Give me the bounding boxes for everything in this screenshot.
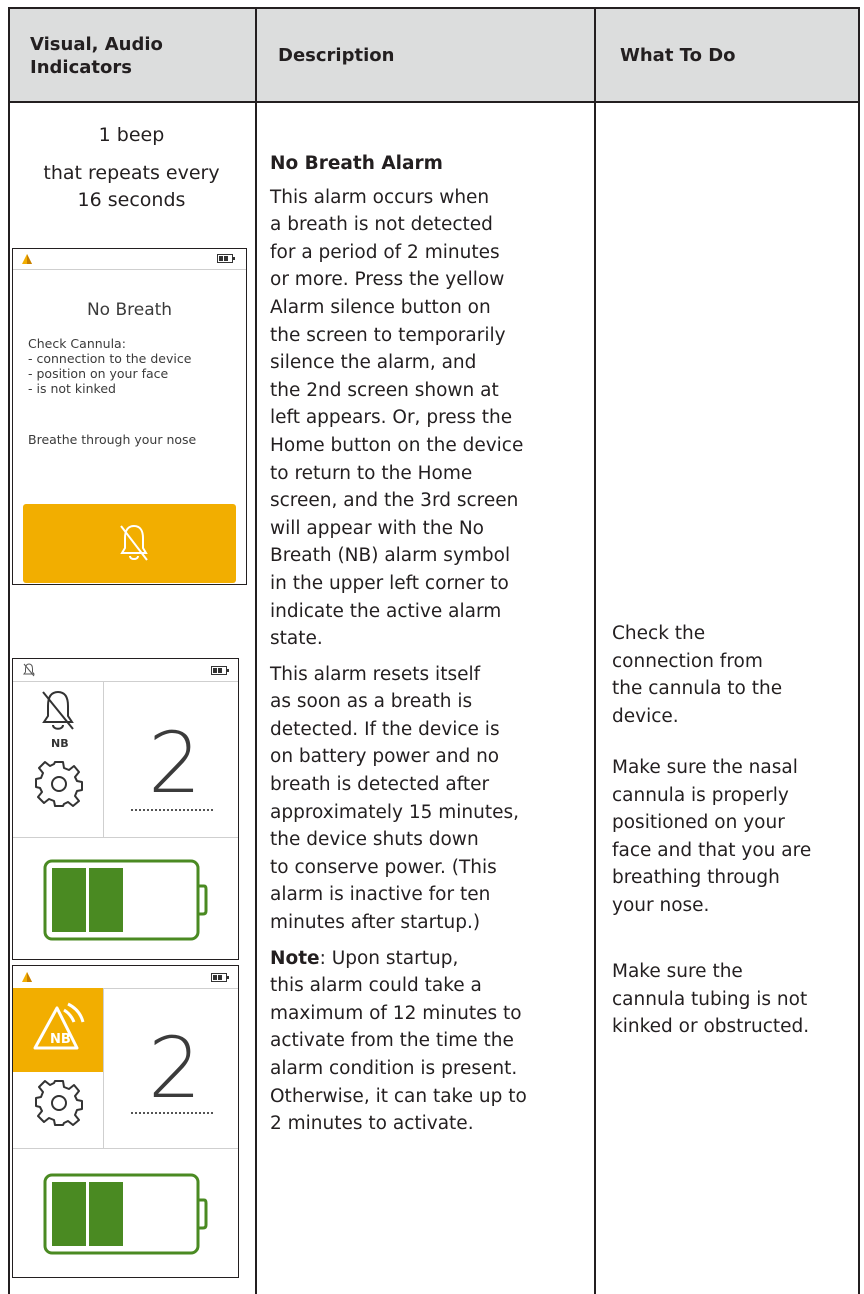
column-divider-2 (594, 7, 596, 1294)
note-label: Note (270, 947, 320, 969)
battery-icon (43, 1173, 208, 1255)
flow-indicator-dots (131, 1112, 213, 1114)
description-column: No Breath Alarm This alarm occurs when a… (270, 150, 590, 1146)
nb-alarm-icon[interactable] (31, 1000, 89, 1056)
status-divider (13, 681, 238, 682)
alarm-silence-bell-icon (120, 524, 148, 561)
tile-divider (103, 681, 104, 837)
battery-status-icon (217, 254, 235, 263)
action-check-connection: Check the connection from the cannula to… (612, 623, 783, 727)
gear-icon[interactable] (35, 1078, 83, 1126)
silenced-home-screen: NB 2 (12, 658, 239, 960)
alarm-indicator-icon (22, 972, 32, 982)
nb-label: NB (50, 1032, 71, 1047)
check-item-position: - position on your face (28, 366, 169, 381)
check-cannula-title: Check Cannula: (28, 336, 126, 351)
header-indicators: Visual, Audio Indicators (30, 34, 163, 78)
description-paragraph-1: This alarm occurs when a breath is not d… (270, 186, 524, 650)
note-text: : Upon startup, this alarm could take a … (270, 947, 527, 1135)
status-bar (13, 249, 246, 270)
alarm-silence-button[interactable] (23, 504, 236, 583)
column-divider-1 (255, 7, 257, 1294)
header-what-to-do: What To Do (620, 45, 736, 66)
alarm-heading: No Breath (86, 300, 173, 320)
header-description: Description (278, 45, 395, 66)
table-border-right (858, 7, 860, 1294)
beep-repeat: that repeats every (43, 162, 220, 184)
action-check-position: Make sure the nasal cannula is properly … (612, 757, 812, 916)
nb-alarm-home-screen: NB 2 (12, 965, 239, 1278)
alarm-indicator-icon (22, 254, 32, 264)
tile-divider (103, 988, 104, 1148)
no-breath-alarm-screen: No Breath Check Cannula: - connection to… (12, 248, 247, 585)
battery-divider (13, 837, 238, 838)
battery-status-icon (211, 666, 229, 675)
beep-interval: 16 seconds (77, 189, 186, 211)
nb-label: NB (51, 737, 69, 750)
gear-icon[interactable] (35, 759, 83, 807)
table-border-top (8, 7, 860, 9)
description-note: Note: Upon startup, this alarm could tak… (270, 945, 590, 1138)
flow-setting-value: 2 (148, 714, 202, 812)
flow-setting-value: 2 (148, 1019, 202, 1117)
battery-divider (13, 1148, 238, 1149)
check-cannula-list: Check Cannula: - connection to the devic… (28, 336, 238, 396)
action-check-tubing: Make sure the cannula tubing is not kink… (612, 961, 810, 1038)
check-item-connection: - connection to the device (28, 351, 192, 366)
check-item-kinked: - is not kinked (28, 381, 116, 396)
header-divider (8, 101, 860, 103)
alarm-title: No Breath Alarm (270, 153, 443, 174)
flow-indicator-dots (131, 809, 213, 811)
nb-silenced-bell-icon (42, 690, 74, 730)
battery-status-icon (211, 973, 229, 982)
beep-count: 1 beep (98, 124, 165, 146)
breathe-instruction: Breathe through your nose (28, 432, 197, 447)
alarm-silenced-icon (23, 663, 35, 677)
description-paragraph-2: This alarm resets itself as soon as a br… (270, 663, 520, 934)
battery-icon (43, 859, 208, 941)
